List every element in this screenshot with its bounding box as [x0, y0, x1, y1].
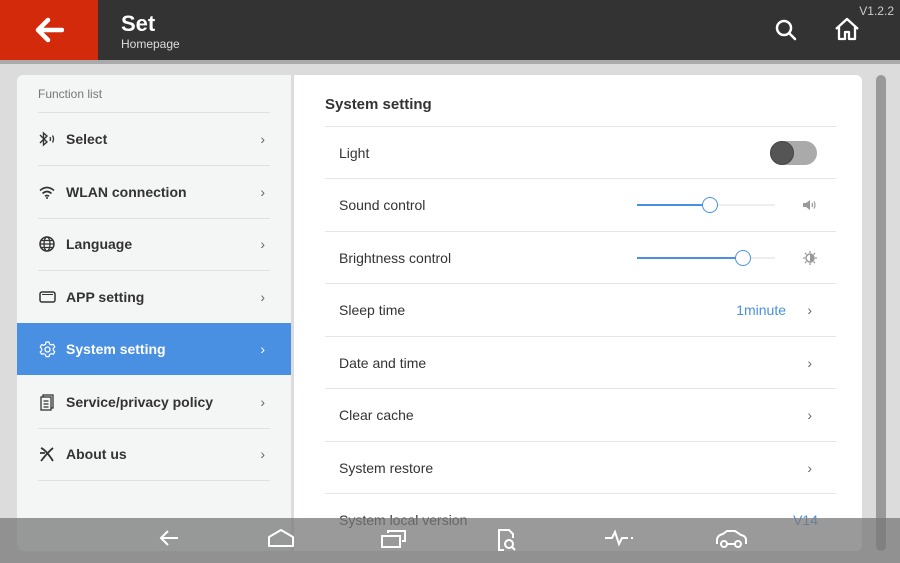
sidebar-item-system-setting[interactable]: System setting ›	[17, 323, 291, 375]
row-label: Light	[339, 144, 370, 161]
row-label: Clear cache	[339, 406, 414, 423]
function-list-heading: Function list	[38, 87, 103, 101]
chevron-right-icon: ›	[807, 301, 812, 318]
search-icon[interactable]	[775, 19, 797, 41]
system-setting-panel: System setting Light Sound control Brigh…	[294, 75, 862, 551]
recents-icon[interactable]	[380, 528, 408, 550]
globe-icon	[38, 236, 56, 252]
chevron-right-icon: ›	[807, 406, 812, 423]
sidebar-item-label: Service/privacy policy	[66, 394, 214, 410]
speaker-icon	[803, 199, 816, 210]
sidebar-item-label: APP setting	[66, 289, 145, 305]
chevron-right-icon: ›	[260, 289, 265, 305]
sidebar-item-label: Select	[66, 131, 108, 147]
sleep-time-value: 1minute	[736, 301, 786, 318]
chevron-right-icon: ›	[260, 184, 265, 200]
sidebar-item-select[interactable]: Select ›	[17, 113, 291, 165]
slider-fill	[637, 256, 744, 259]
sidebar-item-about-us[interactable]: About us ›	[17, 428, 291, 480]
chevron-right-icon: ›	[807, 354, 812, 371]
sidebar-item-language[interactable]: Language ›	[17, 218, 291, 270]
row-label: Brightness control	[339, 249, 452, 266]
chevron-right-icon: ›	[260, 394, 265, 410]
back-icon[interactable]	[158, 528, 180, 548]
brightness-icon	[803, 250, 817, 265]
sidebar-item-label: About us	[66, 446, 127, 462]
pulse-icon[interactable]	[604, 528, 634, 548]
sidebar-item-label: WLAN connection	[66, 184, 187, 200]
slider-thumb[interactable]	[735, 249, 752, 266]
row-label: Sleep time	[339, 301, 406, 318]
diagnose-search-icon[interactable]	[497, 528, 517, 552]
home-icon[interactable]	[834, 17, 860, 41]
slider-thumb[interactable]	[702, 196, 719, 213]
system-restore-row[interactable]: System restore ›	[325, 441, 836, 493]
sidebar-item-app-setting[interactable]: APP setting ›	[17, 271, 291, 323]
light-toggle[interactable]	[770, 140, 817, 165]
function-list-panel: Function list Select › WLAN connection › L…	[17, 75, 291, 551]
bluetooth-icon	[38, 131, 56, 147]
clear-cache-row[interactable]: Clear cache ›	[325, 388, 836, 440]
scrollbar[interactable]	[876, 75, 886, 551]
car-icon[interactable]	[714, 528, 748, 550]
page-subtitle: Homepage	[121, 37, 180, 51]
brightness-slider[interactable]	[637, 249, 775, 266]
chevron-right-icon: ›	[260, 446, 265, 462]
sidebar-item-label: Language	[66, 236, 133, 252]
row-label: Date and time	[339, 354, 427, 371]
version-label: V1.2.2	[859, 4, 894, 18]
chevron-right-icon: ›	[260, 341, 265, 357]
app-header: Set Homepage V1.2.2	[0, 0, 900, 60]
brightness-control-row: Brightness control	[325, 231, 836, 283]
home-icon[interactable]	[267, 528, 295, 548]
chevron-right-icon: ›	[260, 236, 265, 252]
app-icon	[38, 291, 56, 303]
chevron-right-icon: ›	[807, 459, 812, 476]
row-label: Sound control	[339, 196, 426, 213]
sleep-time-row[interactable]: Sleep time 1minute ›	[325, 283, 836, 335]
arrow-left-icon	[35, 17, 64, 43]
row-label: System restore	[339, 459, 434, 476]
section-title: System setting	[325, 96, 432, 113]
wifi-icon	[38, 186, 56, 199]
system-nav-bar	[0, 518, 900, 563]
divider	[38, 480, 270, 481]
chevron-right-icon: ›	[260, 131, 265, 147]
light-row: Light	[325, 126, 836, 178]
gear-icon	[38, 340, 56, 358]
toggle-knob	[770, 140, 794, 165]
sound-control-row: Sound control	[325, 178, 836, 230]
header-shadow	[0, 60, 900, 64]
sound-slider[interactable]	[637, 196, 775, 213]
sidebar-item-wlan[interactable]: WLAN connection ›	[17, 166, 291, 218]
document-icon	[38, 393, 56, 411]
slider-fill	[637, 203, 711, 206]
sidebar-item-privacy-policy[interactable]: Service/privacy policy ›	[17, 376, 291, 428]
x-logo-icon	[38, 446, 56, 462]
date-time-row[interactable]: Date and time ›	[325, 336, 836, 388]
page-title: Set	[121, 11, 156, 36]
sidebar-item-label: System setting	[66, 341, 166, 357]
back-button[interactable]	[0, 0, 98, 60]
